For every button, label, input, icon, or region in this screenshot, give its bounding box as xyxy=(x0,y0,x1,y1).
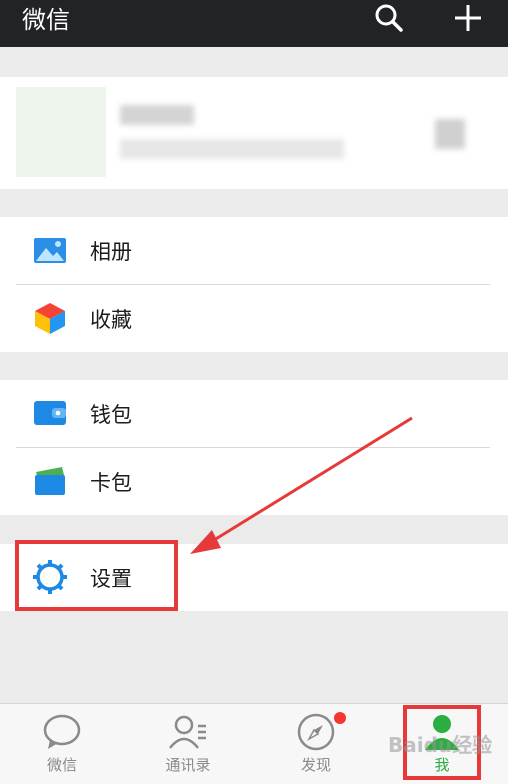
menu-label-cards: 卡包 xyxy=(90,471,132,495)
tab-label-chats: 微信 xyxy=(46,756,77,774)
tab-contacts[interactable]: 通讯录 xyxy=(138,704,238,784)
profile-card[interactable] xyxy=(0,77,508,189)
menu-group-2: 钱包 卡包 xyxy=(0,380,508,515)
search-icon[interactable] xyxy=(373,2,405,34)
menu-item-album[interactable]: 相册 xyxy=(0,217,508,284)
menu-item-wallet[interactable]: 钱包 xyxy=(0,380,508,447)
compass-icon xyxy=(297,713,335,751)
add-icon[interactable] xyxy=(452,2,484,34)
menu-group-1: 相册 收藏 xyxy=(0,217,508,352)
settings-highlight-box xyxy=(15,540,178,611)
avatar xyxy=(16,87,106,177)
menu-item-cards[interactable]: 卡包 xyxy=(0,448,508,515)
qr-code-icon[interactable] xyxy=(435,119,465,149)
contacts-icon xyxy=(169,715,206,749)
menu-item-favorites[interactable]: 收藏 xyxy=(0,285,508,352)
tab-label-contacts: 通讯录 xyxy=(165,756,211,774)
album-icon xyxy=(34,238,66,263)
discover-badge xyxy=(334,712,346,724)
cards-icon xyxy=(35,467,65,495)
menu-label-favorites: 收藏 xyxy=(90,308,132,332)
chat-bubble-icon xyxy=(43,714,81,749)
tab-discover[interactable]: 发现 xyxy=(266,704,366,784)
app-title: 微信 xyxy=(22,6,70,34)
favorites-cube-icon xyxy=(35,303,65,334)
profile-id-blurred xyxy=(120,139,344,159)
wallet-icon xyxy=(34,401,66,425)
top-bar: 微信 xyxy=(0,0,508,47)
tab-chats[interactable]: 微信 xyxy=(12,704,112,784)
profile-name-blurred xyxy=(120,105,194,125)
menu-label-album: 相册 xyxy=(90,240,132,264)
watermark: Baidu经验 xyxy=(388,733,493,757)
menu-label-wallet: 钱包 xyxy=(90,403,132,427)
tab-label-discover: 发现 xyxy=(300,756,331,774)
